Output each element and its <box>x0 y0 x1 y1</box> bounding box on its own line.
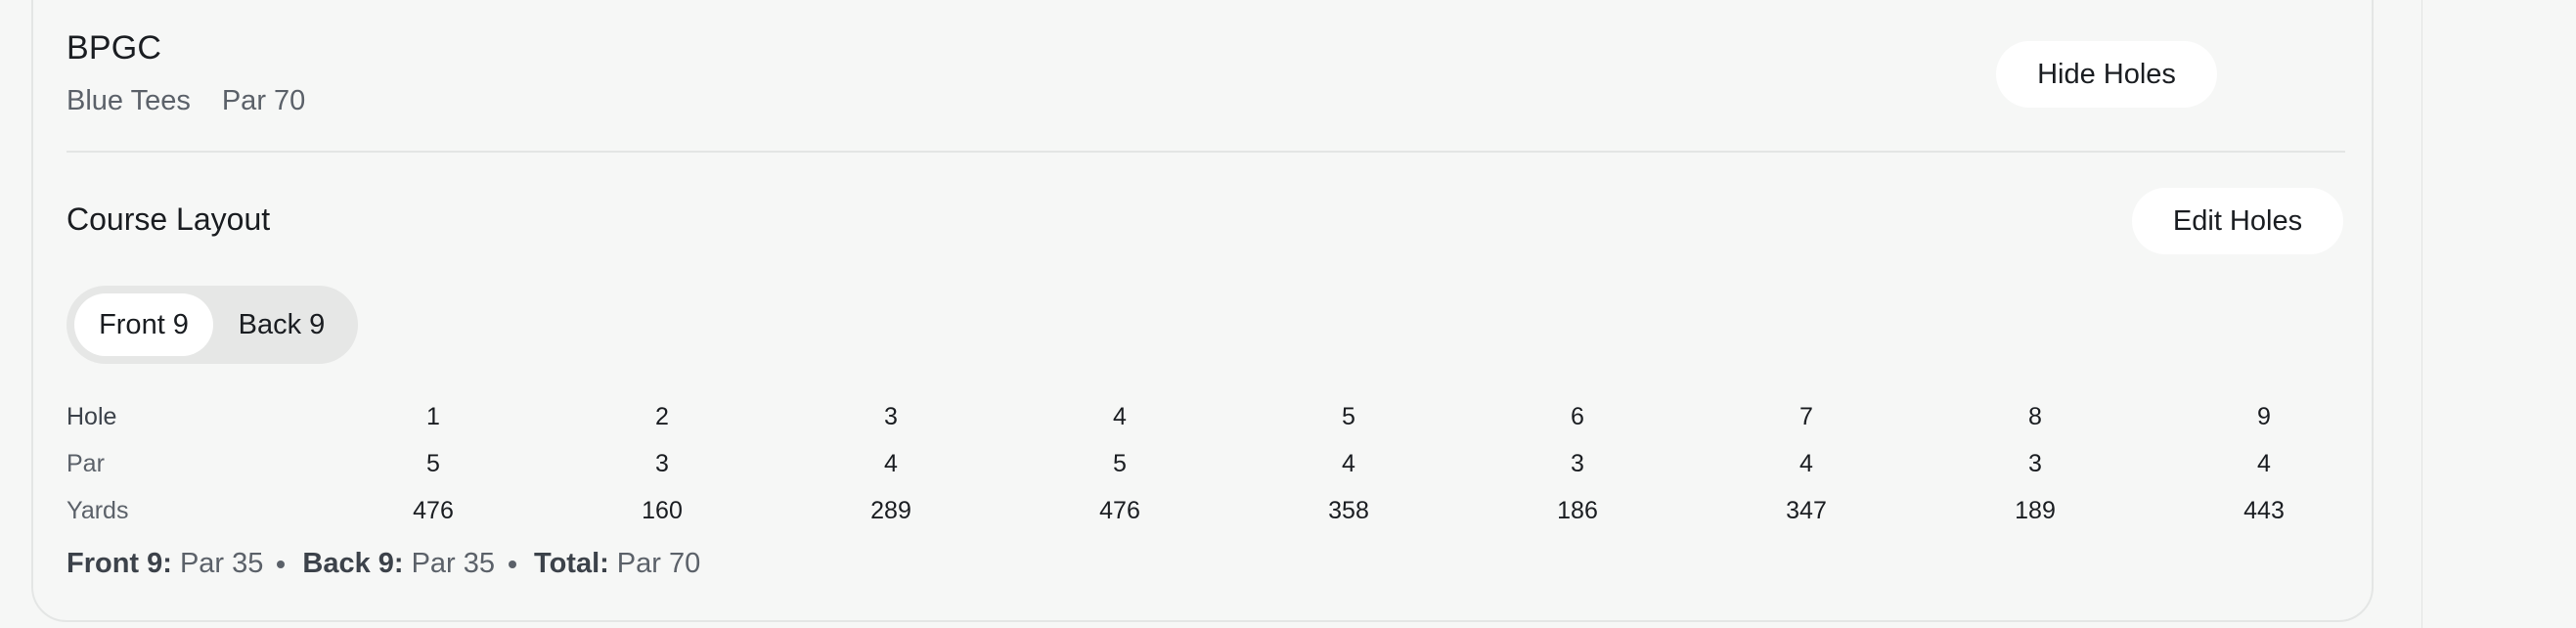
total-summary-label: Total: <box>534 548 609 579</box>
yards-cell: 443 <box>2243 497 2285 524</box>
page: BPGC Blue Tees Par 70 Hide Holes Course … <box>0 0 2576 628</box>
separator-dot <box>277 560 286 568</box>
hole-grid: Hole 1 2 3 4 5 6 7 8 9 Par 5 3 4 5 4 3 4 3 4 Yards 476 16… <box>67 393 2345 534</box>
hole-number-cell: 4 <box>1113 403 1127 430</box>
yards-cell: 289 <box>870 497 911 524</box>
par-cell: 5 <box>1113 450 1127 477</box>
hole-row-label: Hole <box>67 403 117 430</box>
par-cell: 4 <box>1799 450 1813 477</box>
par-cell: 5 <box>426 450 440 477</box>
hole-number-cell: 5 <box>1342 403 1355 430</box>
yards-cell: 347 <box>1786 497 1827 524</box>
total-summary-value: Par 70 <box>616 548 701 579</box>
right-rail <box>2421 0 2576 628</box>
par-row: Par 5 3 4 5 4 3 4 3 4 <box>67 440 2345 487</box>
nine-selector: Front 9 Back 9 <box>67 286 358 364</box>
hole-number-cell: 8 <box>2028 403 2042 430</box>
hole-row: Hole 1 2 3 4 5 6 7 8 9 <box>67 393 2345 440</box>
hole-number-cell: 9 <box>2257 403 2271 430</box>
divider <box>67 151 2345 153</box>
tab-front-9[interactable]: Front 9 <box>74 293 213 356</box>
par-row-label: Par <box>67 450 105 477</box>
yards-row-label: Yards <box>67 497 129 524</box>
hole-number-cell: 7 <box>1799 403 1813 430</box>
hide-holes-button[interactable]: Hide Holes <box>1996 41 2217 108</box>
par-cell: 4 <box>1342 450 1355 477</box>
yards-cell: 358 <box>1328 497 1369 524</box>
separator-dot <box>509 560 517 568</box>
par-cell: 4 <box>884 450 898 477</box>
hole-number-cell: 1 <box>426 403 440 430</box>
yards-cell: 186 <box>1557 497 1598 524</box>
course-par-label: Par 70 <box>221 85 306 116</box>
par-cell: 3 <box>2028 450 2042 477</box>
yards-cell: 476 <box>413 497 454 524</box>
front-9-summary-value: Par 35 <box>179 548 264 579</box>
hole-number-cell: 6 <box>1571 403 1584 430</box>
back-9-summary-value: Par 35 <box>411 548 496 579</box>
tab-back-9[interactable]: Back 9 <box>213 293 350 356</box>
edit-holes-button[interactable]: Edit Holes <box>2132 188 2343 254</box>
hole-number-cell: 2 <box>655 403 669 430</box>
yards-cell: 476 <box>1099 497 1140 524</box>
tees-label: Blue Tees <box>67 85 191 116</box>
course-card: BPGC Blue Tees Par 70 Hide Holes Course … <box>31 0 2374 622</box>
par-cell: 4 <box>2257 450 2271 477</box>
yards-row: Yards 476 160 289 476 358 186 347 189 443 <box>67 487 2345 534</box>
section-title: Course Layout <box>67 202 271 237</box>
back-9-summary-label: Back 9: <box>302 548 404 579</box>
yards-cell: 160 <box>642 497 683 524</box>
par-summary: Front 9: Par 35 Back 9: Par 35 Total: Pa… <box>67 548 700 580</box>
par-cell: 3 <box>1571 450 1584 477</box>
yards-cell: 189 <box>2015 497 2056 524</box>
par-cell: 3 <box>655 450 669 477</box>
front-9-summary-label: Front 9: <box>67 548 172 579</box>
hole-number-cell: 3 <box>884 403 898 430</box>
